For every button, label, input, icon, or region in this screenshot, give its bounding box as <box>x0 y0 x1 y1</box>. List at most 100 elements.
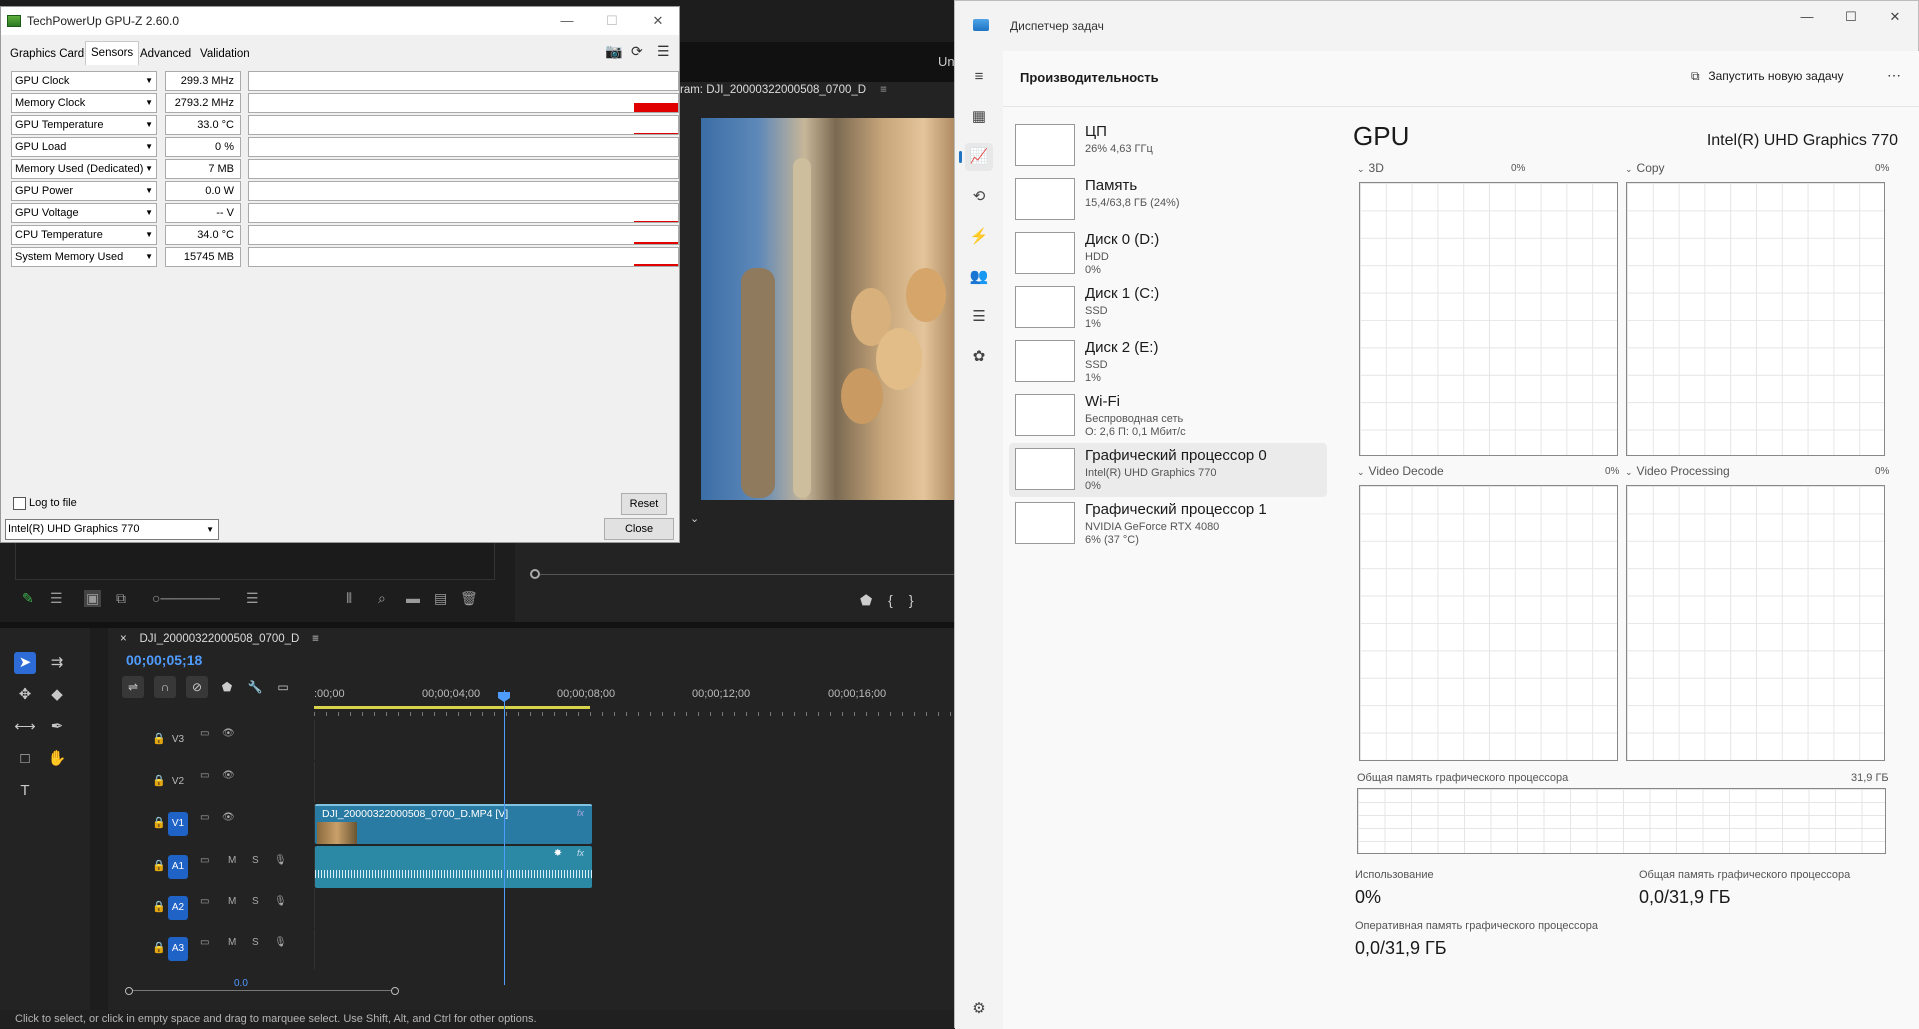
scrubber-handle[interactable] <box>530 569 540 579</box>
lock-icon[interactable]: 🔒 <box>152 774 166 787</box>
solo-button[interactable]: S <box>252 855 259 866</box>
track-target[interactable]: A3 <box>168 937 188 961</box>
sync-lock-icon[interactable]: ▭ <box>200 855 209 866</box>
perf-item[interactable]: Диск 2 (E:) SSD 1% <box>1009 335 1327 389</box>
solo-button[interactable]: S <box>252 937 259 948</box>
app-history-icon[interactable]: ⟲ <box>965 183 993 211</box>
perf-item[interactable]: Wi-Fi Беспроводная сеть О: 2,6 П: 0,1 Мбит… <box>1009 389 1327 443</box>
mute-button[interactable]: M <box>228 855 236 866</box>
perf-item[interactable]: Диск 0 (D:) HDD 0% <box>1009 227 1327 281</box>
eye-icon[interactable]: 👁 <box>222 770 235 781</box>
snap-icon[interactable]: ∩ <box>154 676 176 698</box>
pen-tool-icon[interactable]: ✒ <box>46 716 68 738</box>
lock-icon[interactable]: 🔒 <box>152 941 166 954</box>
gpuz-titlebar[interactable]: TechPowerUp GPU-Z 2.60.0 — ☐ ✕ <box>1 7 679 35</box>
more-options-icon[interactable]: ⋯ <box>1887 67 1901 84</box>
sync-lock-icon[interactable]: ▭ <box>200 937 209 948</box>
camera-icon[interactable]: 📷 <box>605 43 622 60</box>
sensor-name-dropdown[interactable]: Memory Clock ▼ <box>11 93 157 113</box>
tab-graphics-card[interactable]: Graphics Card <box>5 43 89 65</box>
graph-label-video-decode[interactable]: ⌄ Video Decode <box>1357 464 1444 478</box>
scrollbar-end-handle[interactable] <box>391 987 399 995</box>
sensor-name-dropdown[interactable]: CPU Temperature ▼ <box>11 225 157 245</box>
hand-tool-icon[interactable]: ✋ <box>46 748 68 770</box>
timeline-zoom-scrollbar[interactable] <box>125 987 399 995</box>
run-new-task-button[interactable]: ⧉ Запустить новую задачу <box>1691 69 1844 84</box>
minimize-icon[interactable]: — <box>557 11 577 31</box>
sensor-name-dropdown[interactable]: System Memory Used ▼ <box>11 247 157 267</box>
icon-view-icon[interactable]: ▣ <box>84 590 102 607</box>
program-monitor-tab[interactable]: ram: DJI_20000322000508_0700_D ≡ <box>680 84 887 96</box>
sort-icon[interactable]: ☰ <box>246 590 259 607</box>
services-icon[interactable]: ✿ <box>965 343 993 371</box>
tab-sensors[interactable]: Sensors <box>85 41 140 65</box>
work-area-bar[interactable] <box>314 706 590 709</box>
track-target[interactable]: A1 <box>168 855 188 879</box>
program-video-frame[interactable] <box>701 118 960 500</box>
wrench-icon[interactable]: 🔧 <box>244 676 266 698</box>
graph-label-copy[interactable]: ⌄ Copy <box>1625 161 1665 175</box>
reset-button[interactable]: Reset <box>621 493 667 515</box>
menu-icon[interactable]: ☰ <box>657 43 670 60</box>
maximize-icon[interactable]: ☐ <box>602 11 622 31</box>
program-scrubber[interactable] <box>530 569 960 579</box>
hamburger-icon[interactable]: ≡ <box>965 63 993 91</box>
rectangle-tool-icon[interactable]: □ <box>14 748 36 770</box>
close-icon[interactable]: × <box>120 633 127 645</box>
refresh-icon[interactable]: ⟳ <box>631 43 643 60</box>
maximize-icon[interactable]: ☐ <box>1837 7 1865 27</box>
sync-lock-icon[interactable]: ▭ <box>200 812 209 823</box>
panel-menu-icon[interactable]: ≡ <box>312 633 319 645</box>
linked-selection-icon[interactable]: ⊘ <box>186 676 208 698</box>
track-target[interactable]: V3 <box>168 728 188 752</box>
type-tool-icon[interactable]: T <box>14 780 36 802</box>
graph-label-video-processing[interactable]: ⌄ Video Processing <box>1625 464 1730 478</box>
track-select-tool-icon[interactable]: ⇉ <box>46 652 68 674</box>
microphone-icon[interactable]: 🎙 <box>274 896 287 907</box>
mark-out-icon[interactable]: } <box>909 592 930 608</box>
perf-item[interactable]: Диск 1 (C:) SSD 1% <box>1009 281 1327 335</box>
playhead-line[interactable] <box>504 690 505 985</box>
processes-icon[interactable]: ▦ <box>965 103 993 131</box>
lock-icon[interactable]: 🔒 <box>152 732 166 745</box>
automate-icon[interactable]: ⦀ <box>346 590 352 607</box>
close-button[interactable]: Close <box>604 518 674 540</box>
sensor-name-dropdown[interactable]: GPU Temperature ▼ <box>11 115 157 135</box>
details-icon[interactable]: ☰ <box>965 303 993 331</box>
mark-in-icon[interactable]: { <box>888 592 909 608</box>
video-clip[interactable]: DJI_20000322000508_0700_D.MP4 [V] fx <box>315 804 592 844</box>
new-bin-icon[interactable]: ▬ <box>406 590 420 606</box>
eye-icon[interactable]: 👁 <box>222 728 235 739</box>
zoom-slider-icon[interactable]: ○────── <box>152 590 220 606</box>
eye-icon[interactable]: 👁 <box>222 812 235 823</box>
panel-menu-icon[interactable]: ≡ <box>880 84 887 96</box>
solo-button[interactable]: S <box>252 896 259 907</box>
add-marker-icon[interactable]: ⬟ <box>216 676 238 698</box>
freeform-view-icon[interactable]: ⧉ <box>116 590 126 607</box>
mute-button[interactable]: M <box>228 896 236 907</box>
track-target[interactable]: V1 <box>168 812 188 836</box>
list-view-icon[interactable]: ☰ <box>50 590 63 607</box>
sync-lock-icon[interactable]: ▭ <box>200 770 209 781</box>
slip-tool-icon[interactable]: ⟷ <box>14 716 36 738</box>
perf-item[interactable]: Графический процессор 1 NVIDIA GeForce RT… <box>1009 497 1327 551</box>
audio-clip[interactable]: ✸ fx <box>315 846 592 888</box>
sync-lock-icon[interactable]: ▭ <box>200 896 209 907</box>
lock-icon[interactable]: 🔒 <box>152 816 166 829</box>
new-item-icon[interactable]: ▤ <box>434 590 447 607</box>
track-target[interactable]: V2 <box>168 770 188 794</box>
microphone-icon[interactable]: 🎙 <box>274 937 287 948</box>
users-icon[interactable]: 👥 <box>965 263 993 291</box>
track-target[interactable]: A2 <box>168 896 188 920</box>
sensor-name-dropdown[interactable]: GPU Voltage ▼ <box>11 203 157 223</box>
selection-tool-icon[interactable]: ➤ <box>14 652 36 674</box>
sensor-name-dropdown[interactable]: GPU Load ▼ <box>11 137 157 157</box>
close-icon[interactable]: ✕ <box>648 11 668 31</box>
tab-advanced[interactable]: Advanced <box>135 43 196 65</box>
settings-icon[interactable]: ⚙ <box>965 995 993 1023</box>
find-icon[interactable]: ⌕ <box>378 590 386 607</box>
log-to-file-checkbox[interactable] <box>13 497 26 510</box>
perf-item[interactable]: Графический процессор 0 Intel(R) UHD Grap… <box>1009 443 1327 497</box>
close-icon[interactable]: ✕ <box>1881 7 1909 27</box>
timeline-timecode[interactable]: 00;00;05;18 <box>126 652 202 668</box>
